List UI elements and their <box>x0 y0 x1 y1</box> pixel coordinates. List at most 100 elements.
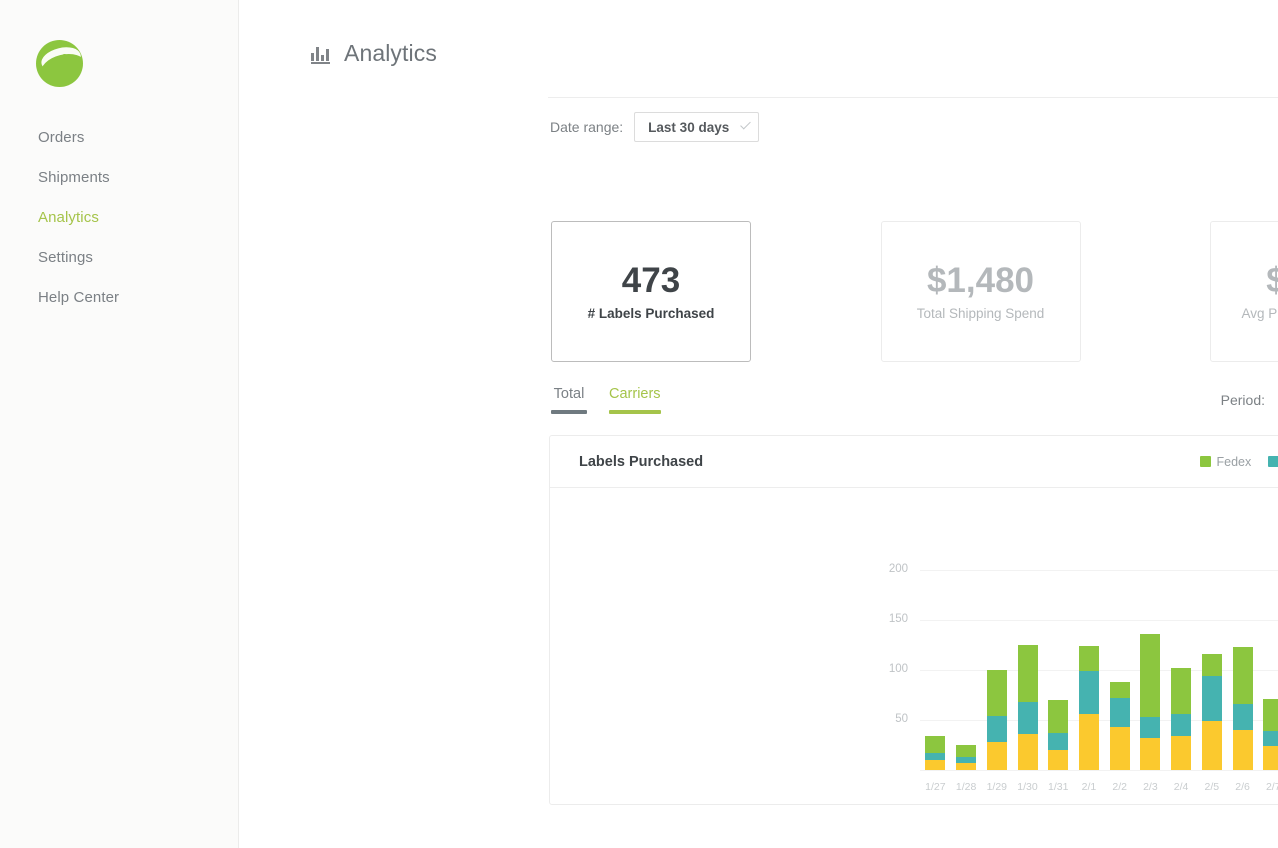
bar-segment-fedex <box>986 670 1007 716</box>
x-axis-tick-label: 2/6 <box>1235 781 1250 793</box>
bar-segment-ups <box>1232 704 1253 730</box>
bar-segment-usps <box>1048 750 1069 770</box>
sidebar-item-help-center[interactable]: Help Center <box>0 278 238 318</box>
bar-segment-fedex <box>1078 646 1099 671</box>
stacked-bar[interactable] <box>1201 654 1222 770</box>
page-title: Analytics <box>344 40 437 66</box>
bar-group[interactable]: 2/7 <box>1260 488 1278 805</box>
y-axis-tick-label: 100 <box>888 663 908 675</box>
logo-icon <box>36 40 83 87</box>
stacked-bar[interactable] <box>956 745 977 770</box>
sidebar-item-orders[interactable]: Orders <box>0 118 238 158</box>
chart-plot-area: 50 100 150 200 1/27 1/28 1/29 1/30 1/31 2/1 2/2 2/… <box>550 488 1278 805</box>
bar-segment-usps <box>986 742 1007 770</box>
app-logo[interactable] <box>36 40 83 87</box>
page-header: Analytics <box>311 40 437 67</box>
tabs-and-period: Total Carriers Period: Daily <box>551 386 1278 416</box>
stat-cards: 473 # Labels Purchased $1,480 Total Ship… <box>551 221 1278 362</box>
stacked-bar[interactable] <box>1109 682 1130 770</box>
date-range-value: Last 30 days <box>648 119 730 135</box>
logo-swoosh-shape <box>39 43 83 74</box>
bar-group[interactable]: 1/31 <box>1045 488 1071 805</box>
bar-segment-ups <box>1201 676 1222 721</box>
stacked-bar[interactable] <box>1078 646 1099 770</box>
chart-bars: 1/27 1/28 1/29 1/30 1/31 2/1 2/2 2/3 2/4 2/5 2/6 2/… <box>920 488 1278 805</box>
bar-segment-ups <box>1017 702 1038 734</box>
x-axis-tick-label: 2/7 <box>1265 781 1278 793</box>
tab-total[interactable]: Total <box>551 386 587 414</box>
tab-carriers-label: Carriers <box>609 386 661 402</box>
sidebar-item-settings[interactable]: Settings <box>0 238 238 278</box>
bar-segment-ups <box>1171 714 1192 736</box>
bar-segment-fedex <box>1048 700 1069 733</box>
bar-group[interactable]: 1/27 <box>922 488 948 805</box>
y-axis-tick-label: 200 <box>888 563 908 575</box>
bar-group[interactable]: 1/29 <box>984 488 1010 805</box>
legend-item-ups[interactable]: UPS <box>1268 455 1278 469</box>
bar-segment-fedex <box>1201 654 1222 676</box>
bar-segment-usps <box>956 763 977 770</box>
chart-tabs: Total Carriers <box>551 386 661 414</box>
stacked-bar[interactable] <box>1232 647 1253 770</box>
tab-total-underline <box>551 410 587 414</box>
stacked-bar[interactable] <box>986 670 1007 770</box>
x-axis-tick-label: 1/30 <box>1017 781 1038 793</box>
y-axis-tick-label: 150 <box>888 613 908 625</box>
x-axis-tick-label: 2/2 <box>1112 781 1127 793</box>
y-axis-tick-label: 50 <box>895 713 908 725</box>
bar-segment-fedex <box>1017 645 1038 702</box>
bar-segment-fedex <box>1232 647 1253 704</box>
x-axis-tick-label: 1/28 <box>955 781 977 793</box>
x-axis-tick-label: 1/29 <box>986 781 1008 793</box>
x-axis-tick-label: 2/3 <box>1143 781 1158 793</box>
bar-segment-usps <box>1078 714 1099 770</box>
bar-group[interactable]: 2/1 <box>1076 488 1102 805</box>
bar-segment-ups <box>1140 717 1161 738</box>
x-axis-tick-label: 1/31 <box>1048 781 1069 793</box>
stat-card-value: 473 <box>621 260 681 300</box>
stat-card-avg-price-per-package[interactable]: $3.13 Avg Price per Package <box>1210 221 1278 362</box>
legend-item-fedex[interactable]: Fedex <box>1199 454 1252 469</box>
bar-group[interactable]: 2/5 <box>1199 488 1225 805</box>
x-axis-tick-label: 1/27 <box>925 781 946 793</box>
stat-card-total-shipping-spend[interactable]: $1,480 Total Shipping Spend <box>880 221 1081 362</box>
bar-segment-fedex <box>1171 668 1192 714</box>
bar-segment-fedex <box>1263 699 1278 731</box>
stacked-bar[interactable] <box>1263 699 1278 770</box>
chevron-down-icon <box>740 118 751 130</box>
chart-card: Labels Purchased Fedex UPS USPS <box>549 435 1278 805</box>
date-range-control: Date range: Last 30 days <box>550 112 760 142</box>
stat-card-labels-purchased[interactable]: 473 # Labels Purchased <box>551 221 751 362</box>
legend-swatch-fedex <box>1199 456 1211 467</box>
stacked-bar[interactable] <box>1171 668 1192 770</box>
tab-carriers-underline <box>609 410 661 414</box>
bar-segment-fedex <box>1109 682 1130 698</box>
bar-group[interactable]: 2/6 <box>1230 488 1256 805</box>
date-range-select[interactable]: Last 30 days <box>634 112 760 142</box>
legend-label-fedex: Fedex <box>1216 454 1252 469</box>
sidebar-item-analytics[interactable]: Analytics <box>0 198 238 238</box>
bar-group[interactable]: 2/3 <box>1137 488 1163 805</box>
stacked-bar[interactable] <box>1140 634 1161 770</box>
sidebar-item-shipments[interactable]: Shipments <box>0 158 238 198</box>
stacked-bar[interactable] <box>1048 700 1069 770</box>
bar-segment-ups <box>1109 698 1130 727</box>
bar-segment-usps <box>1017 734 1038 770</box>
bar-segment-usps <box>1263 746 1278 770</box>
stacked-bar[interactable] <box>1017 645 1038 770</box>
bar-group[interactable]: 1/28 <box>953 488 979 805</box>
bar-segment-usps <box>1109 727 1130 770</box>
stat-card-label: Total Shipping Spend <box>916 306 1045 322</box>
stat-card-value: $3.13 <box>1266 260 1278 300</box>
header-divider <box>548 97 1278 98</box>
stacked-bar[interactable] <box>925 736 946 770</box>
bar-segment-fedex <box>956 745 977 757</box>
bar-segment-ups <box>925 753 946 760</box>
tab-carriers[interactable]: Carriers <box>609 386 661 414</box>
bar-group[interactable]: 2/2 <box>1107 488 1133 805</box>
chart-header: Labels Purchased Fedex UPS USPS <box>550 436 1278 488</box>
bar-group[interactable]: 2/4 <box>1168 488 1194 805</box>
main-content: Analytics Date range: Last 30 days 473 #… <box>239 0 1278 848</box>
bar-group[interactable]: 1/30 <box>1015 488 1041 805</box>
chart-title: Labels Purchased <box>579 453 704 470</box>
